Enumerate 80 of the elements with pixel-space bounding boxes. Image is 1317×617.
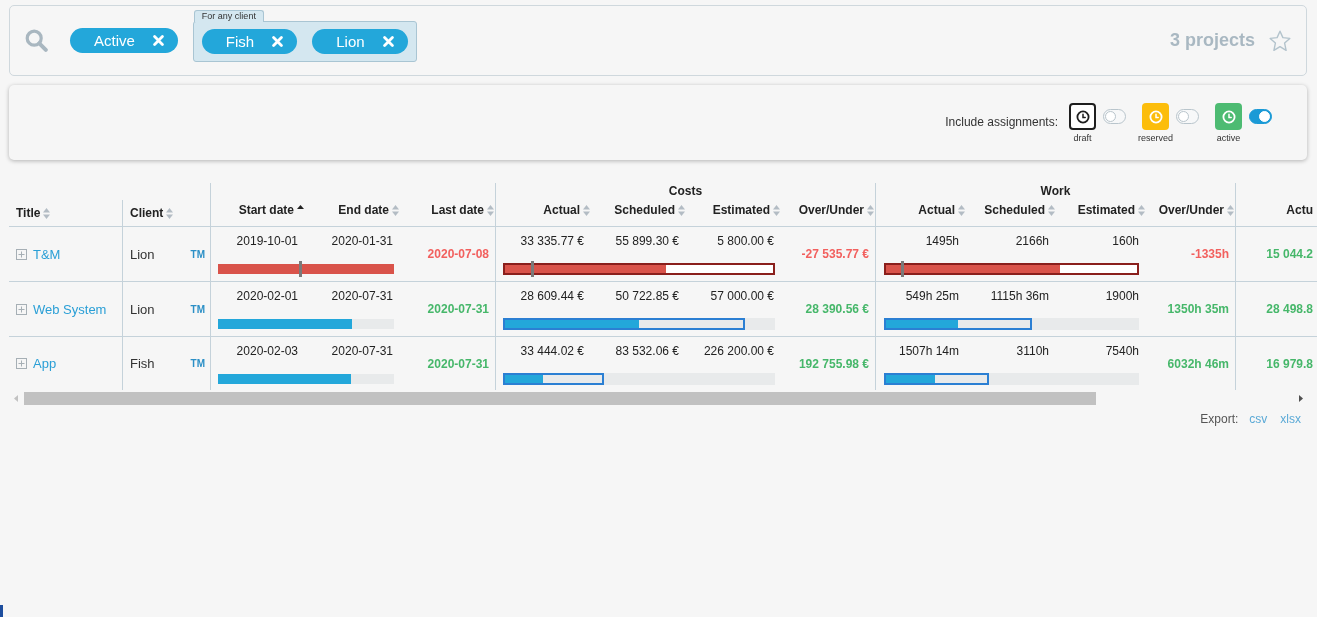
manager-initials: TM	[190, 358, 205, 369]
column-header[interactable]: End date	[305, 200, 400, 220]
end-date: 2020-07-31	[330, 289, 394, 303]
end-date: 2020-07-31	[330, 344, 394, 358]
start-date: 2019-10-01	[235, 234, 299, 248]
column-header[interactable]: Estimated	[686, 200, 781, 220]
cut-off-value: 15 044.2	[1266, 247, 1313, 261]
cut-off-value: 28 498.8	[1266, 302, 1313, 316]
close-icon[interactable]	[382, 35, 394, 47]
last-date: 2020-07-08	[426, 246, 490, 261]
actual-cost: 33 444.02 €	[519, 344, 585, 358]
cost-variance: 192 755.98 €	[797, 356, 870, 371]
estimated-cost: 57 000.00 €	[709, 289, 775, 303]
column-header[interactable]: Actual	[876, 200, 966, 220]
column-header[interactable]: Scheduled	[966, 200, 1056, 220]
cost-variance: -27 535.77 €	[800, 246, 870, 261]
scroll-left-icon[interactable]	[14, 394, 18, 402]
client-name: Fish	[130, 356, 155, 371]
status-label: active	[1215, 133, 1242, 144]
client-name: Lion	[130, 301, 155, 317]
work-variance: -1335h	[1189, 246, 1230, 261]
column-header[interactable]: Title	[9, 203, 122, 223]
toggle-switch[interactable]	[1103, 109, 1126, 124]
manager-initials: TM	[190, 248, 205, 260]
estimated-cost: 226 200.00 €	[702, 344, 775, 358]
column-header[interactable]: Last date	[400, 200, 495, 220]
export-label: Export:	[1200, 412, 1239, 426]
group-header: Work	[1040, 184, 1071, 198]
start-date: 2020-02-01	[235, 289, 299, 303]
client-name: Lion	[130, 246, 155, 262]
last-date: 2020-07-31	[426, 356, 490, 371]
search-icon[interactable]	[25, 29, 48, 52]
estimated-work: 160h	[1111, 234, 1140, 248]
star-icon[interactable]	[1269, 29, 1291, 52]
scheduled-work: 2166h	[1014, 234, 1050, 248]
expand-icon[interactable]	[16, 303, 27, 315]
column-header[interactable]: Over/Under	[781, 200, 875, 220]
scheduled-work: 3110h	[1015, 344, 1050, 358]
scrollbar-thumb[interactable]	[24, 391, 1096, 405]
actual-cost: 28 609.44 €	[519, 289, 585, 303]
column-header[interactable]: Client	[123, 203, 210, 223]
column-header[interactable]: Actual	[496, 200, 591, 220]
toggle-switch[interactable]	[1176, 109, 1199, 124]
status-label: reserved	[1137, 133, 1174, 144]
scheduled-work: 1115h 36m	[989, 289, 1050, 303]
expand-icon[interactable]	[16, 248, 27, 260]
estimated-work: 1900h	[1104, 289, 1140, 303]
close-icon[interactable]	[152, 35, 164, 46]
actual-work: 1495h	[924, 234, 960, 248]
column-header[interactable]: Scheduled	[591, 200, 686, 220]
scheduled-cost: 50 722.85 €	[614, 289, 680, 303]
assignments-label: Include assignments:	[945, 115, 1058, 129]
status-label: draft	[1072, 133, 1093, 144]
column-header[interactable]: Actu	[1236, 200, 1317, 220]
scheduled-cost: 55 899.30 €	[614, 234, 680, 248]
estimated-work: 7540h	[1104, 344, 1140, 358]
work-variance: 6032h 46m	[1166, 356, 1230, 371]
actual-work: 549h 25m	[904, 289, 960, 303]
actual-cost: 33 335.77 €	[519, 234, 585, 248]
manager-initials: TM	[190, 303, 205, 315]
end-date: 2020-01-31	[330, 234, 394, 248]
start-date: 2020-02-03	[235, 344, 299, 358]
close-icon[interactable]	[272, 35, 284, 47]
edge-marker	[0, 605, 3, 617]
work-variance: 1350h 35m	[1166, 301, 1230, 316]
actual-work: 1507h 14m	[897, 344, 960, 358]
column-header[interactable]: Over/Under	[1146, 200, 1235, 220]
group-header: Costs	[668, 184, 703, 198]
cut-off-value: 16 979.8	[1266, 356, 1313, 371]
group-label: For any client	[193, 9, 264, 22]
scroll-right-icon[interactable]	[1299, 394, 1303, 402]
cost-variance: 28 390.56 €	[804, 301, 870, 316]
toggle-switch[interactable]	[1249, 109, 1272, 124]
scheduled-cost: 83 532.06 €	[614, 344, 680, 358]
project-count: 3 projects	[1169, 30, 1255, 51]
column-header[interactable]: Start date	[211, 200, 305, 220]
expand-icon[interactable]	[16, 358, 27, 369]
column-header[interactable]: Estimated	[1056, 200, 1146, 220]
last-date: 2020-07-31	[426, 301, 490, 316]
estimated-cost: 5 800.00 €	[716, 234, 775, 248]
